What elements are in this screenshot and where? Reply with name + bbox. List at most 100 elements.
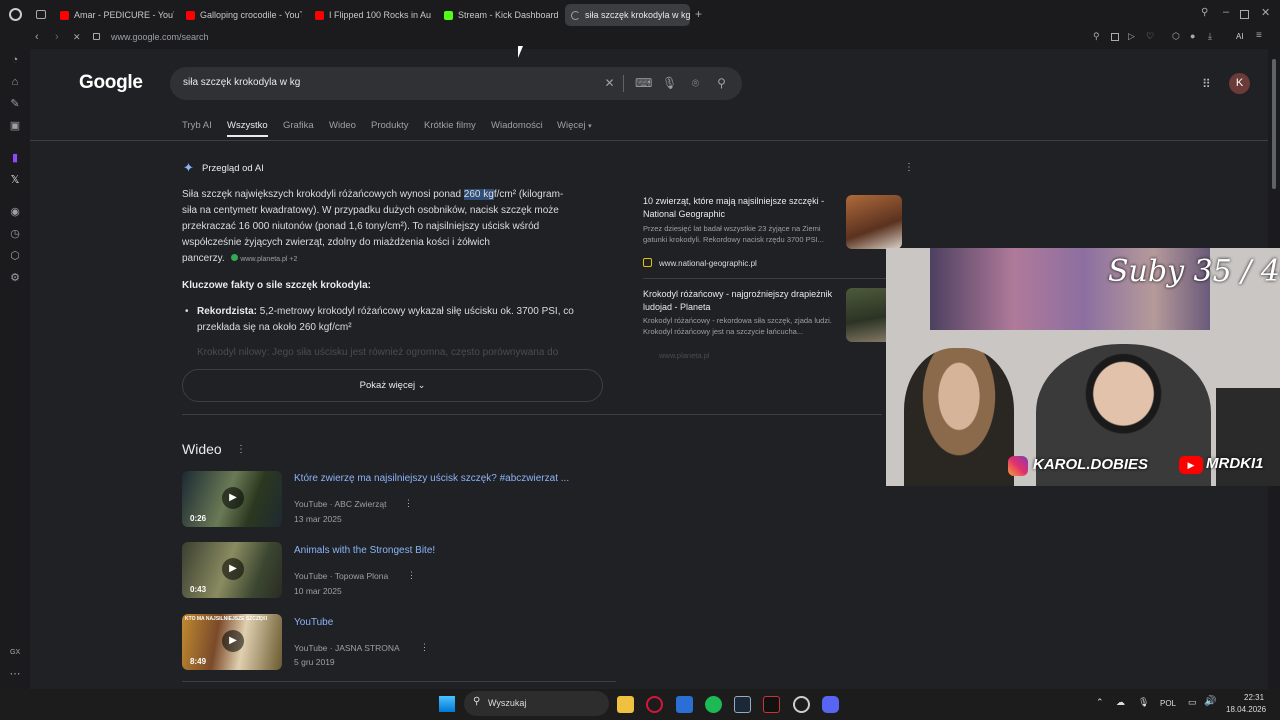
opera-logo-icon[interactable] xyxy=(9,8,22,21)
tab-label: Galloping crocodile - YouT xyxy=(200,10,302,20)
tab-video[interactable]: Wideo xyxy=(329,120,356,131)
mouse-cursor-icon xyxy=(518,46,523,58)
extensions-icon[interactable]: ⬡ xyxy=(8,249,22,263)
video-title[interactable]: Animals with the Strongest Bite! xyxy=(294,545,435,556)
planeta-icon xyxy=(231,254,239,261)
source-chip[interactable]: www.planeta.pl +2 xyxy=(231,254,297,263)
more-options-icon[interactable]: ⋮ xyxy=(404,498,413,509)
source-card-site[interactable]: www.planeta.pl xyxy=(659,350,709,361)
windows-start-icon[interactable] xyxy=(439,696,455,712)
show-more-button[interactable]: Pokaż więcej ⌄ xyxy=(182,369,603,402)
tab-news[interactable]: Wiadomości xyxy=(491,120,543,131)
tray-chevron-icon[interactable]: ⌃ xyxy=(1096,697,1104,708)
forward-icon[interactable]: › xyxy=(55,31,59,43)
video-thumbnail[interactable]: ▶ 0:26 xyxy=(182,471,282,527)
spotify-icon[interactable] xyxy=(705,696,722,713)
player-icon[interactable]: ◉ xyxy=(8,205,22,219)
source-card-site[interactable]: www.national-geographic.pl xyxy=(659,258,757,269)
heart-icon[interactable]: ♡ xyxy=(1146,31,1154,42)
microphone-icon[interactable]: 🎙 xyxy=(662,76,677,91)
scrollbar-thumb[interactable] xyxy=(1272,59,1276,189)
speed-dial-icon[interactable]: ◔ xyxy=(8,53,22,67)
keyboard-icon[interactable]: ⌨ xyxy=(635,76,652,91)
taskbar-search[interactable]: ⚲ Wyszukaj xyxy=(464,691,609,716)
player-icon[interactable]: ▷ xyxy=(1128,31,1135,42)
settings-icon[interactable]: ⚙ xyxy=(8,271,22,285)
more-options-icon[interactable]: ⋮ xyxy=(236,444,246,455)
video-duration: 0:43 xyxy=(190,585,207,594)
google-logo[interactable]: Google xyxy=(79,72,143,94)
twitch-icon[interactable]: ▮ xyxy=(8,151,22,165)
bullet: • xyxy=(185,306,189,317)
video-thumbnail[interactable]: KTO MA NAJSILNIEJSZE SZCZĘKI ▶ 8:49 xyxy=(182,614,282,670)
search-input[interactable]: siła szczęk krokodyla w kg xyxy=(183,77,300,88)
video-source: YouTube · Topowa Plona xyxy=(294,571,389,581)
aria-ai-button[interactable]: AI xyxy=(1236,32,1244,41)
vpn-icon[interactable]: ● xyxy=(1190,31,1195,41)
source-card-title[interactable]: Krokodyl różańcowy - najgroźniejszy drap… xyxy=(643,288,843,314)
ai-icon[interactable]: ✎ xyxy=(8,97,22,111)
search-icon[interactable]: ⚲ xyxy=(714,76,729,91)
snapshot-icon[interactable] xyxy=(1111,33,1119,41)
tab-more[interactable]: Więcej ▾ xyxy=(557,120,592,131)
close-window-icon[interactable]: ✕ xyxy=(1261,6,1270,19)
back-icon[interactable]: ‹ xyxy=(35,31,39,43)
download-icon[interactable]: ⤓ xyxy=(1208,31,1212,42)
clear-icon[interactable]: ✕ xyxy=(602,76,617,91)
menu-icon[interactable]: ≡ xyxy=(1256,30,1262,41)
gx-label[interactable]: GX xyxy=(10,649,20,656)
microphone-icon[interactable]: 🎙 xyxy=(1138,697,1149,708)
video-title[interactable]: Które zwierzę ma najsilniejszy uścisk sz… xyxy=(294,473,569,484)
clock-date[interactable]: 18.04.2026 xyxy=(1226,705,1266,714)
workspaces-icon[interactable] xyxy=(36,10,46,19)
search-box[interactable]: siła szczęk krokodyla w kg ✕ ⌨ 🎙 ⌾ ⚲ xyxy=(170,67,742,100)
volume-icon[interactable]: 🔊 xyxy=(1204,696,1216,707)
video-title[interactable]: YouTube xyxy=(294,617,333,628)
videos-heading: Wideo xyxy=(182,441,222,457)
reload-stop-icon[interactable]: ✕ xyxy=(73,32,81,43)
tray-app-icon[interactable]: ☁ xyxy=(1116,697,1125,708)
avatar[interactable]: K xyxy=(1229,73,1250,94)
more-icon[interactable]: ⋯ xyxy=(8,667,22,681)
language-indicator[interactable]: POL xyxy=(1160,699,1176,708)
discord-icon[interactable] xyxy=(822,696,839,713)
terminal-icon[interactable] xyxy=(763,696,780,713)
more-options-icon[interactable]: ⋮ xyxy=(420,642,429,653)
clock-time[interactable]: 22:31 xyxy=(1244,693,1264,702)
more-options-icon[interactable]: ⋮ xyxy=(407,570,416,581)
apps-grid-icon[interactable]: ⠿ xyxy=(1202,77,1211,91)
minimize-icon[interactable]: – xyxy=(1223,6,1229,18)
tab-ai-mode[interactable]: Tryb AI xyxy=(182,120,212,131)
tab-3[interactable]: I Flipped 100 Rocks in Aus xyxy=(309,4,431,26)
tab-5-active[interactable]: siła szczęk krokodyla w kg xyxy=(565,4,690,26)
file-explorer-icon[interactable] xyxy=(617,696,634,713)
source-card-thumbnail[interactable] xyxy=(846,195,902,249)
x-twitter-icon[interactable]: 𝕏 xyxy=(8,173,22,187)
more-options-icon[interactable]: ⋮ xyxy=(904,162,914,173)
tab-1[interactable]: Amar - PEDICURE - YouTu xyxy=(54,4,174,26)
source-card-title[interactable]: 10 zwierząt, które mają najsilniejsze sz… xyxy=(643,195,833,221)
app-icon[interactable] xyxy=(676,696,693,713)
search-tabs-icon[interactable]: ⚲ xyxy=(1201,7,1208,18)
extensions-icon[interactable]: ⬡ xyxy=(1172,31,1180,42)
maximize-icon[interactable] xyxy=(1240,10,1249,19)
tab-images[interactable]: Grafika xyxy=(283,120,314,131)
network-icon[interactable]: ▭ xyxy=(1188,697,1197,708)
tab-all[interactable]: Wszystko xyxy=(227,120,268,131)
new-tab-icon[interactable]: + xyxy=(695,7,702,21)
play-icon: ▶ xyxy=(222,558,244,580)
url-field[interactable]: www.google.com/search xyxy=(111,32,209,42)
tab-products[interactable]: Produkty xyxy=(371,120,409,131)
video-thumbnail[interactable]: ▶ 0:43 xyxy=(182,542,282,598)
tab-short-videos[interactable]: Krótkie filmy xyxy=(424,120,476,131)
bag-icon[interactable]: ⌂ xyxy=(8,75,22,89)
pin-icon[interactable]: ⚲ xyxy=(1093,31,1100,42)
tab-2[interactable]: Galloping crocodile - YouT xyxy=(180,4,302,26)
history-icon[interactable]: ◷ xyxy=(8,227,22,241)
tab-4[interactable]: Stream - Kick Dashboard xyxy=(438,4,560,26)
obs-icon[interactable] xyxy=(793,696,810,713)
lens-icon[interactable]: ⌾ xyxy=(688,76,703,91)
notes-icon[interactable]: ▣ xyxy=(8,119,22,133)
steam-icon[interactable] xyxy=(734,696,751,713)
opera-gx-icon[interactable] xyxy=(646,696,663,713)
